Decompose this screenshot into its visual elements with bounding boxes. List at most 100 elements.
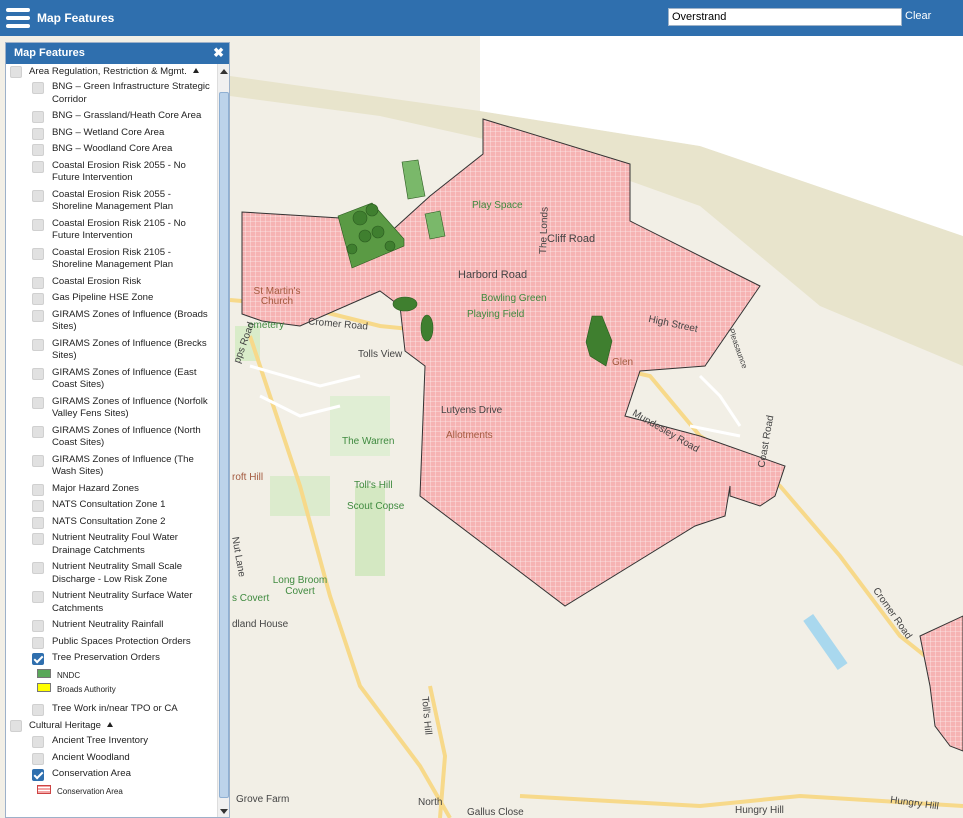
map-label: s Covert — [232, 593, 270, 604]
layer-checkbox[interactable] — [32, 425, 44, 438]
map-label: Harbord Road — [458, 269, 528, 281]
layer-checkbox[interactable] — [32, 293, 44, 305]
layer-group[interactable]: Area Regulation, Restriction & Mgmt. — [6, 64, 218, 80]
group-checkbox[interactable] — [10, 720, 22, 732]
layer-checkbox[interactable] — [32, 309, 44, 322]
top-bar: Map Features Clear — [0, 0, 963, 36]
layer-list: Area Regulation, Restriction & Mgmt. BNG… — [6, 64, 218, 817]
layer-item[interactable]: GIRAMS Zones of Influence (Brecks Sites) — [6, 337, 218, 366]
layer-item[interactable]: Coastal Erosion Risk 2055 - Shoreline Ma… — [6, 188, 218, 217]
legend-label: Conservation Area — [57, 786, 123, 796]
layer-item[interactable]: BNG – Green Infrastructure Strategic Cor… — [6, 80, 218, 109]
map-features-panel: Map Features ✖ Area Regulation, Restrict… — [5, 42, 230, 818]
layer-checkbox[interactable] — [32, 276, 44, 289]
layer-checkbox[interactable] — [32, 82, 44, 94]
map-label: St Martin's Church — [253, 286, 301, 307]
layer-item[interactable]: Nutrient Neutrality Rainfall — [6, 618, 218, 635]
layer-checkbox[interactable] — [32, 111, 44, 123]
scroll-down-arrow-icon[interactable] — [220, 809, 228, 814]
menu-icon[interactable] — [6, 6, 30, 30]
layer-item[interactable]: Gas Pipeline HSE Zone — [6, 291, 218, 308]
layer-checkbox[interactable] — [32, 160, 44, 173]
layer-item[interactable]: BNG – Wetland Core Area — [6, 126, 218, 143]
layer-checkbox[interactable] — [32, 338, 44, 351]
layer-checkbox[interactable] — [32, 396, 44, 409]
panel-scrollbar[interactable] — [217, 64, 229, 817]
clear-button[interactable]: Clear — [905, 10, 931, 22]
layer-checkbox[interactable] — [32, 367, 44, 380]
map-label: Playing Field — [467, 309, 525, 320]
layer-checkbox[interactable] — [32, 189, 44, 202]
layer-item[interactable]: Ancient Woodland — [6, 751, 218, 768]
layer-item[interactable]: Tree Work in/near TPO or CA — [6, 702, 218, 719]
layer-item[interactable]: GIRAMS Zones of Influence (Broads Sites) — [6, 308, 218, 337]
layer-checkbox[interactable] — [32, 247, 44, 260]
layer-item[interactable]: Conservation Area — [6, 767, 218, 784]
map-label: roft Hill — [232, 472, 264, 483]
map-label: Cliff Road — [547, 233, 596, 245]
layer-checkbox[interactable] — [32, 144, 44, 156]
collapse-caret-icon[interactable] — [192, 68, 199, 73]
legend-item: Broads Authority — [6, 682, 218, 696]
collapse-caret-icon[interactable] — [107, 722, 113, 727]
layer-item[interactable]: GIRAMS Zones of Influence (Norfolk Valle… — [6, 395, 218, 424]
map-label: Allotments — [446, 430, 493, 441]
legend-label: Broads Authority — [57, 684, 116, 694]
legend-label: NNDC — [57, 670, 81, 680]
layer-item[interactable]: Coastal Erosion Risk 2105 - No Future In… — [6, 217, 218, 246]
layer-checkbox[interactable] — [32, 516, 44, 529]
layer-item[interactable]: Coastal Erosion Risk — [6, 275, 218, 292]
map-label: Hungry Hill — [735, 805, 784, 816]
layer-item[interactable]: GIRAMS Zones of Influence (The Wash Site… — [6, 453, 218, 482]
layer-item[interactable]: Coastal Erosion Risk 2105 - Shoreline Ma… — [6, 246, 218, 275]
map-label: dland House — [232, 619, 289, 630]
layer-checkbox[interactable] — [32, 500, 44, 512]
map-label: North — [418, 797, 443, 808]
panel-title: Map Features — [14, 47, 85, 59]
group-label: Area Regulation, Restriction & Mgmt. — [29, 66, 187, 77]
layer-checkbox[interactable] — [32, 218, 44, 231]
layer-checkbox[interactable] — [32, 620, 44, 632]
map-label: Bowling Green — [481, 293, 547, 304]
layer-checkbox[interactable] — [32, 127, 44, 140]
layer-item[interactable]: Ancient Tree Inventory — [6, 734, 218, 751]
layer-group[interactable]: Cultural Heritage — [6, 718, 218, 734]
layer-checkbox[interactable] — [32, 736, 44, 748]
layer-item[interactable]: NATS Consultation Zone 1 — [6, 498, 218, 515]
scroll-up-arrow-icon[interactable] — [220, 69, 228, 74]
layer-item[interactable]: GIRAMS Zones of Influence (East Coast Si… — [6, 366, 218, 395]
group-label: Cultural Heritage — [29, 720, 101, 731]
close-icon[interactable]: ✖ — [213, 45, 224, 61]
layer-item[interactable]: Major Hazard Zones — [6, 482, 218, 499]
map-label: Scout Copse — [347, 501, 405, 512]
layer-item[interactable]: BNG – Grassland/Heath Core Area — [6, 109, 218, 126]
layer-checkbox-checked[interactable] — [32, 653, 44, 665]
group-checkbox[interactable] — [10, 66, 22, 78]
layer-item[interactable]: Nutrient Neutrality Small Scale Discharg… — [6, 560, 218, 589]
layer-checkbox[interactable] — [32, 562, 44, 574]
scroll-thumb[interactable] — [219, 92, 229, 798]
layer-item[interactable]: Public Spaces Protection Orders — [6, 635, 218, 652]
map-label: Lutyens Drive — [441, 405, 503, 416]
legend-swatch — [37, 668, 51, 678]
map-label: Grove Farm — [236, 794, 290, 805]
green-strip — [355, 486, 385, 576]
search-input[interactable] — [668, 8, 902, 26]
layer-checkbox[interactable] — [32, 752, 44, 765]
layer-item[interactable]: BNG – Woodland Core Area — [6, 142, 218, 159]
app-title: Map Features — [37, 11, 115, 25]
layer-item[interactable]: Coastal Erosion Risk 2055 - No Future In… — [6, 159, 218, 188]
layer-item[interactable]: NATS Consultation Zone 2 — [6, 515, 218, 532]
map-label: The Warren — [342, 436, 395, 447]
layer-checkbox-checked[interactable] — [32, 769, 44, 781]
layer-checkbox[interactable] — [32, 483, 44, 496]
layer-item[interactable]: Tree Preservation Orders — [6, 651, 218, 668]
layer-checkbox[interactable] — [32, 533, 44, 545]
layer-item[interactable]: Nutrient Neutrality Foul Water Drainage … — [6, 531, 218, 560]
layer-item[interactable]: Nutrient Neutrality Surface Water Catchm… — [6, 589, 218, 618]
layer-item[interactable]: GIRAMS Zones of Influence (North Coast S… — [6, 424, 218, 453]
layer-checkbox[interactable] — [32, 636, 44, 649]
layer-checkbox[interactable] — [32, 703, 44, 716]
layer-checkbox[interactable] — [32, 454, 44, 467]
layer-checkbox[interactable] — [32, 591, 44, 603]
